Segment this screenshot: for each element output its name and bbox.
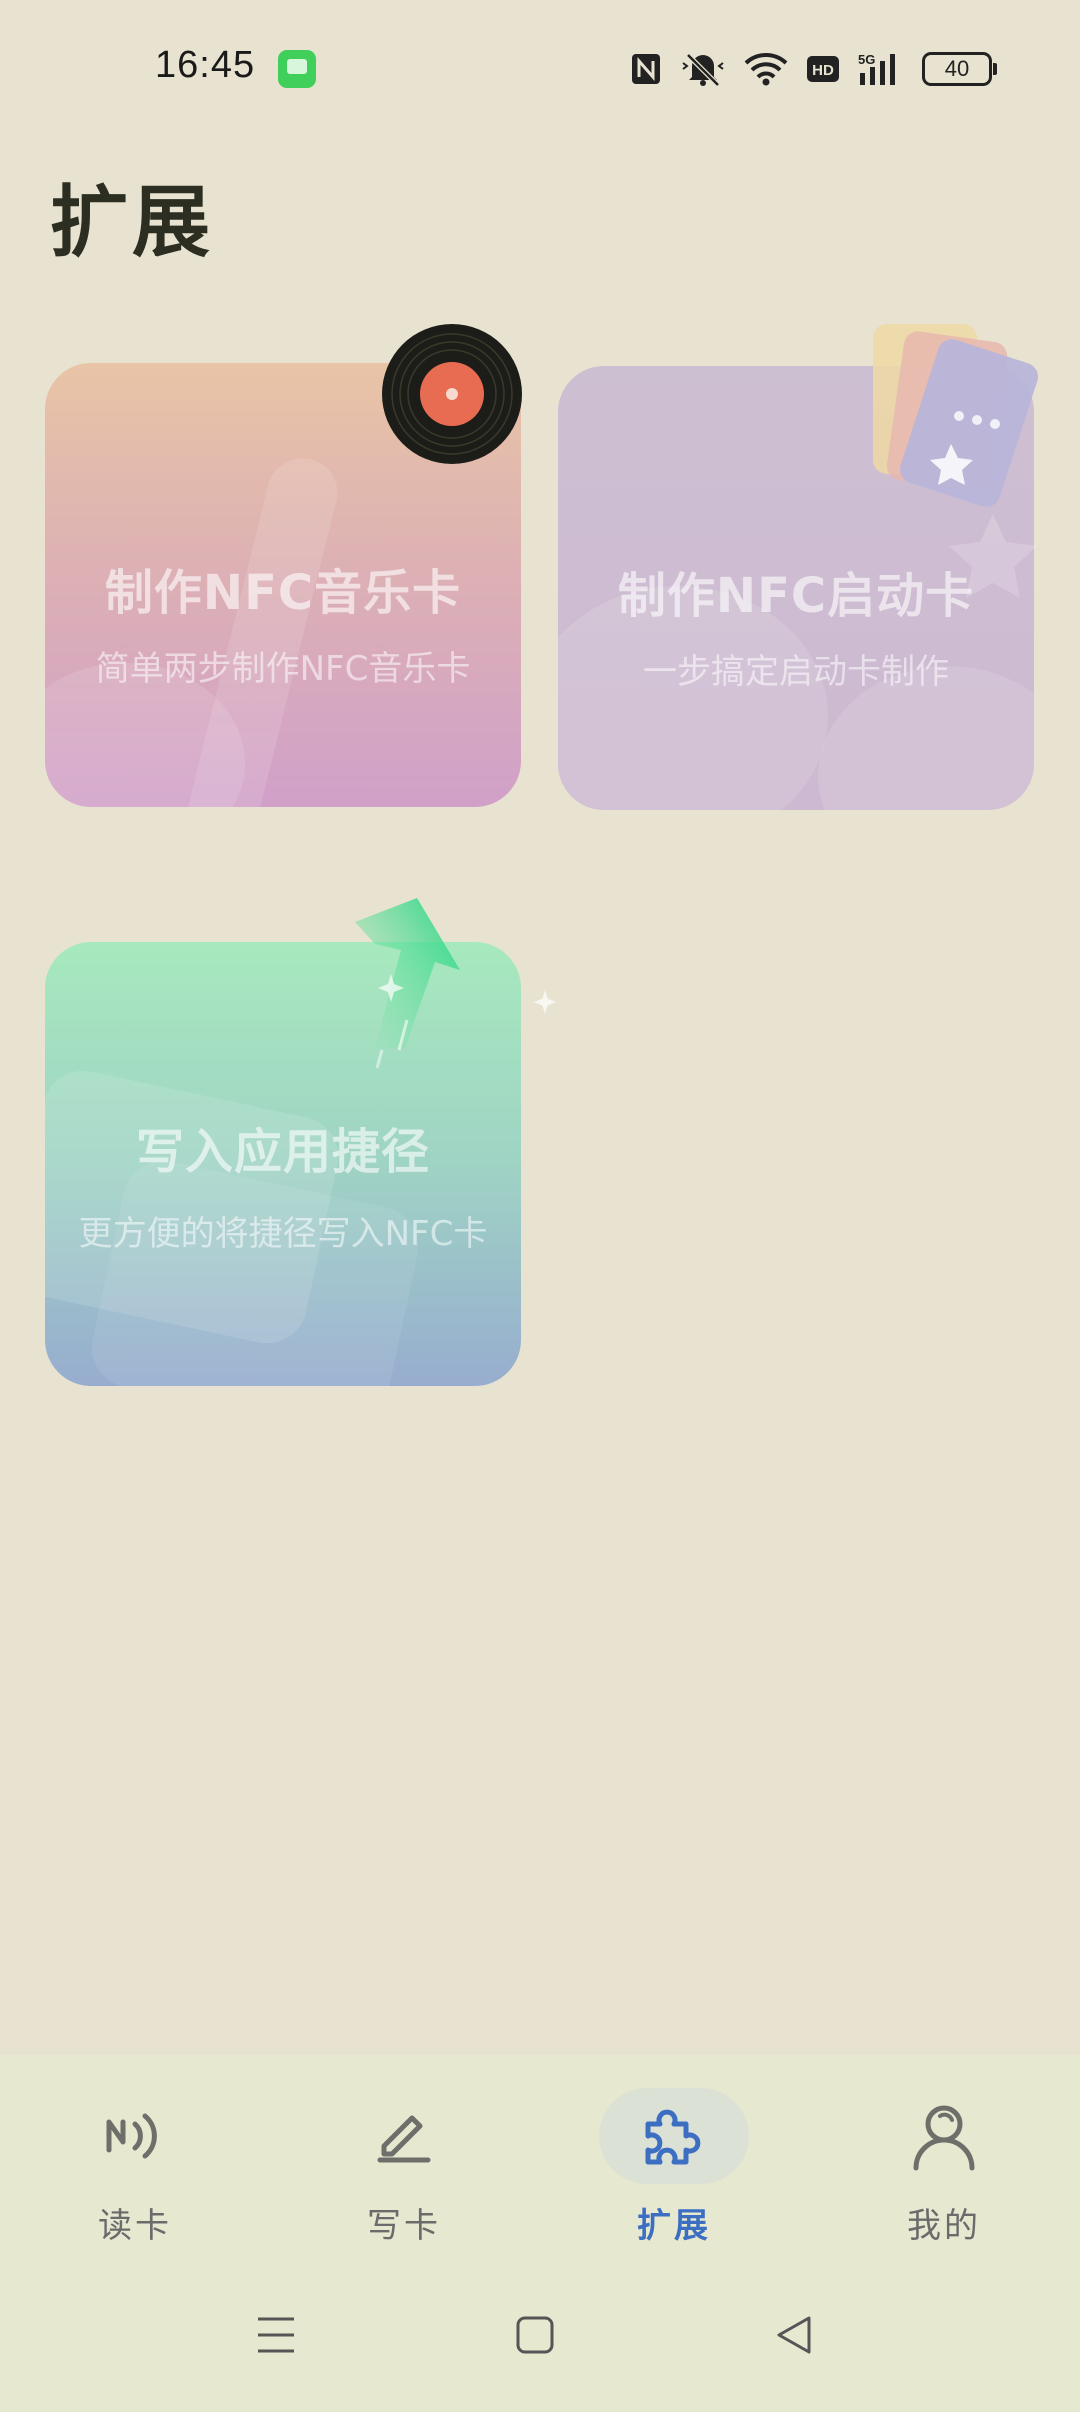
nfc-read-icon <box>106 2113 157 2159</box>
mute-icon <box>682 53 724 87</box>
nav-icon-wrap <box>329 2088 479 2184</box>
battery-icon: 40 <box>922 52 997 86</box>
nav-icon-wrap <box>869 2088 1019 2184</box>
system-menu-button[interactable] <box>246 2300 306 2370</box>
puzzle-icon <box>645 2109 701 2165</box>
system-back-button[interactable] <box>764 2300 824 2370</box>
nav-icon-wrap <box>60 2088 210 2184</box>
status-icons: HD 5G 40 <box>630 48 997 90</box>
person-icon <box>913 2105 975 2171</box>
status-bar: 16:45 HD 5G 40 <box>0 0 1080 140</box>
card-title: 制作NFC音乐卡 <box>104 565 462 621</box>
sparkle-icon <box>378 974 404 1002</box>
vinyl-record-icon <box>382 324 522 464</box>
status-time: 16:45 <box>155 44 256 86</box>
5g-signal-icon: 5G <box>858 52 895 85</box>
card-subtitle: 简单两步制作NFC音乐卡 <box>95 649 471 689</box>
write-app-shortcut-card[interactable]: 写入应用捷径 更方便的将捷径写入NFC卡 <box>45 898 557 1386</box>
hd-icon: HD <box>807 56 839 82</box>
nav-item-extensions[interactable]: 扩展 <box>574 2088 774 2248</box>
card-title: 制作NFC启动卡 <box>617 568 975 624</box>
launch-cards-icon <box>873 324 1038 507</box>
nav-icon-wrap <box>599 2088 749 2184</box>
menu-icon <box>258 2317 294 2353</box>
sparkle-icon <box>533 990 557 1014</box>
back-triangle-icon <box>777 2316 811 2354</box>
system-home-button[interactable] <box>505 2300 565 2370</box>
nav-item-write-card[interactable]: 写卡 <box>304 2088 504 2248</box>
pencil-icon <box>377 2115 431 2163</box>
card-subtitle: 更方便的将捷径写入NFC卡 <box>78 1214 488 1254</box>
messages-app-icon <box>278 50 316 88</box>
nav-label: 读卡 <box>98 2206 172 2246</box>
nav-item-read-card[interactable]: 读卡 <box>35 2088 235 2248</box>
nav-item-me[interactable]: 我的 <box>844 2088 1044 2248</box>
svg-text:HD: HD <box>812 62 834 79</box>
wifi-icon <box>744 53 788 86</box>
nav-label: 扩展 <box>637 2206 711 2246</box>
card-title: 写入应用捷径 <box>135 1124 430 1180</box>
make-nfc-music-card[interactable]: 制作NFC音乐卡 简单两步制作NFC音乐卡 <box>45 324 522 807</box>
card-subtitle: 一步搞定启动卡制作 <box>643 652 949 692</box>
svg-text:5G: 5G <box>858 52 875 67</box>
home-square-icon <box>516 2316 554 2354</box>
decor-shape <box>84 1153 426 1386</box>
make-nfc-launch-card[interactable]: 制作NFC启动卡 一步搞定启动卡制作 <box>558 324 1038 810</box>
nav-label: 写卡 <box>367 2206 441 2246</box>
decor-shape <box>175 450 345 807</box>
nav-label: 我的 <box>907 2206 981 2246</box>
page-title: 扩展 <box>50 178 215 268</box>
nfc-icon <box>632 54 660 84</box>
